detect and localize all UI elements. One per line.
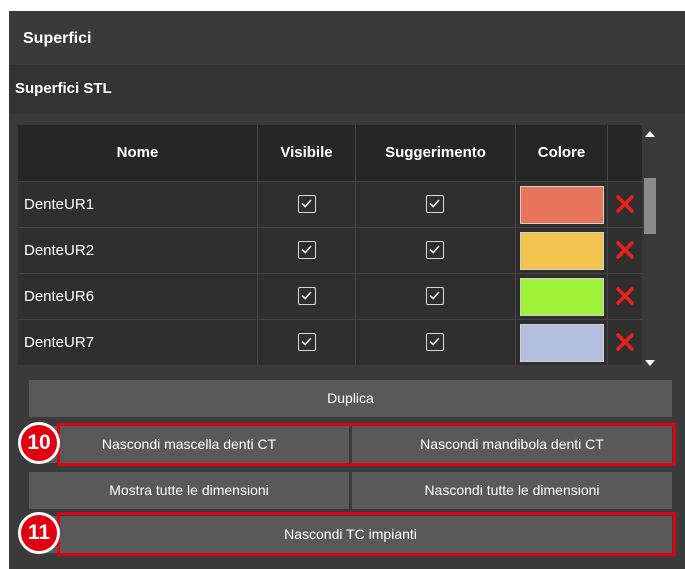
visible-cell — [258, 182, 356, 227]
visible-cell — [258, 320, 356, 365]
hint-cell — [356, 320, 516, 365]
scroll-down-arrow-icon[interactable] — [645, 360, 655, 366]
duplicate-button[interactable]: Duplica — [29, 380, 672, 417]
hide-all-dimensions-button[interactable]: Nascondi tutte le dimensioni — [352, 472, 672, 509]
column-header-name[interactable]: Nome — [18, 125, 258, 181]
panel-title: Superfici — [23, 30, 92, 47]
hint-checkbox[interactable] — [426, 287, 444, 305]
highlight-frame-11 — [57, 512, 676, 556]
table-scrollbar[interactable] — [642, 125, 658, 372]
hint-checkbox[interactable] — [426, 333, 444, 351]
stl-surfaces-table: Nome Visibile Suggerimento Colore DenteU… — [18, 125, 642, 372]
section-header[interactable]: Superfici STL — [9, 66, 685, 114]
table-row[interactable]: DenteUR2 — [18, 227, 642, 273]
color-cell — [516, 320, 608, 365]
color-cell — [516, 182, 608, 227]
delete-icon[interactable] — [608, 182, 642, 227]
highlight-frame-10 — [57, 423, 676, 466]
visible-checkbox[interactable] — [298, 333, 316, 351]
visible-checkbox[interactable] — [298, 241, 316, 259]
row-name[interactable]: DenteUR1 — [18, 182, 258, 227]
hint-cell — [356, 274, 516, 319]
delete-icon[interactable] — [608, 320, 642, 365]
column-header-delete — [608, 125, 642, 181]
table-row[interactable]: DenteUR6 — [18, 273, 642, 319]
hint-cell — [356, 228, 516, 273]
color-cell — [516, 228, 608, 273]
hint-checkbox[interactable] — [426, 195, 444, 213]
color-swatch[interactable] — [520, 186, 604, 224]
column-header-hint[interactable]: Suggerimento — [356, 125, 516, 181]
row-name[interactable]: DenteUR2 — [18, 228, 258, 273]
show-all-dimensions-button[interactable]: Mostra tutte le dimensioni — [29, 472, 349, 509]
table-header: Nome Visibile Suggerimento Colore — [18, 125, 642, 181]
callout-badge-10: 10 — [18, 422, 60, 464]
color-swatch[interactable] — [520, 324, 604, 362]
visible-checkbox[interactable] — [298, 287, 316, 305]
hint-cell — [356, 182, 516, 227]
row-name[interactable]: DenteUR6 — [18, 274, 258, 319]
scrollbar-thumb[interactable] — [644, 178, 656, 234]
color-cell — [516, 274, 608, 319]
delete-icon[interactable] — [608, 274, 642, 319]
column-header-visible[interactable]: Visibile — [258, 125, 356, 181]
callout-badge-11: 11 — [18, 512, 60, 554]
color-swatch[interactable] — [520, 232, 604, 270]
visible-checkbox[interactable] — [298, 195, 316, 213]
panel-header[interactable]: Superfici — [9, 11, 685, 66]
section-title: Superfici STL — [15, 80, 112, 97]
column-header-color[interactable]: Colore — [516, 125, 608, 181]
row-name[interactable]: DenteUR7 — [18, 320, 258, 365]
delete-icon[interactable] — [608, 228, 642, 273]
table-row[interactable]: DenteUR7 — [18, 319, 642, 365]
scroll-up-arrow-icon[interactable] — [645, 131, 655, 137]
visible-cell — [258, 228, 356, 273]
color-swatch[interactable] — [520, 278, 604, 316]
hint-checkbox[interactable] — [426, 241, 444, 259]
table-row[interactable]: DenteUR1 — [18, 181, 642, 227]
visible-cell — [258, 274, 356, 319]
